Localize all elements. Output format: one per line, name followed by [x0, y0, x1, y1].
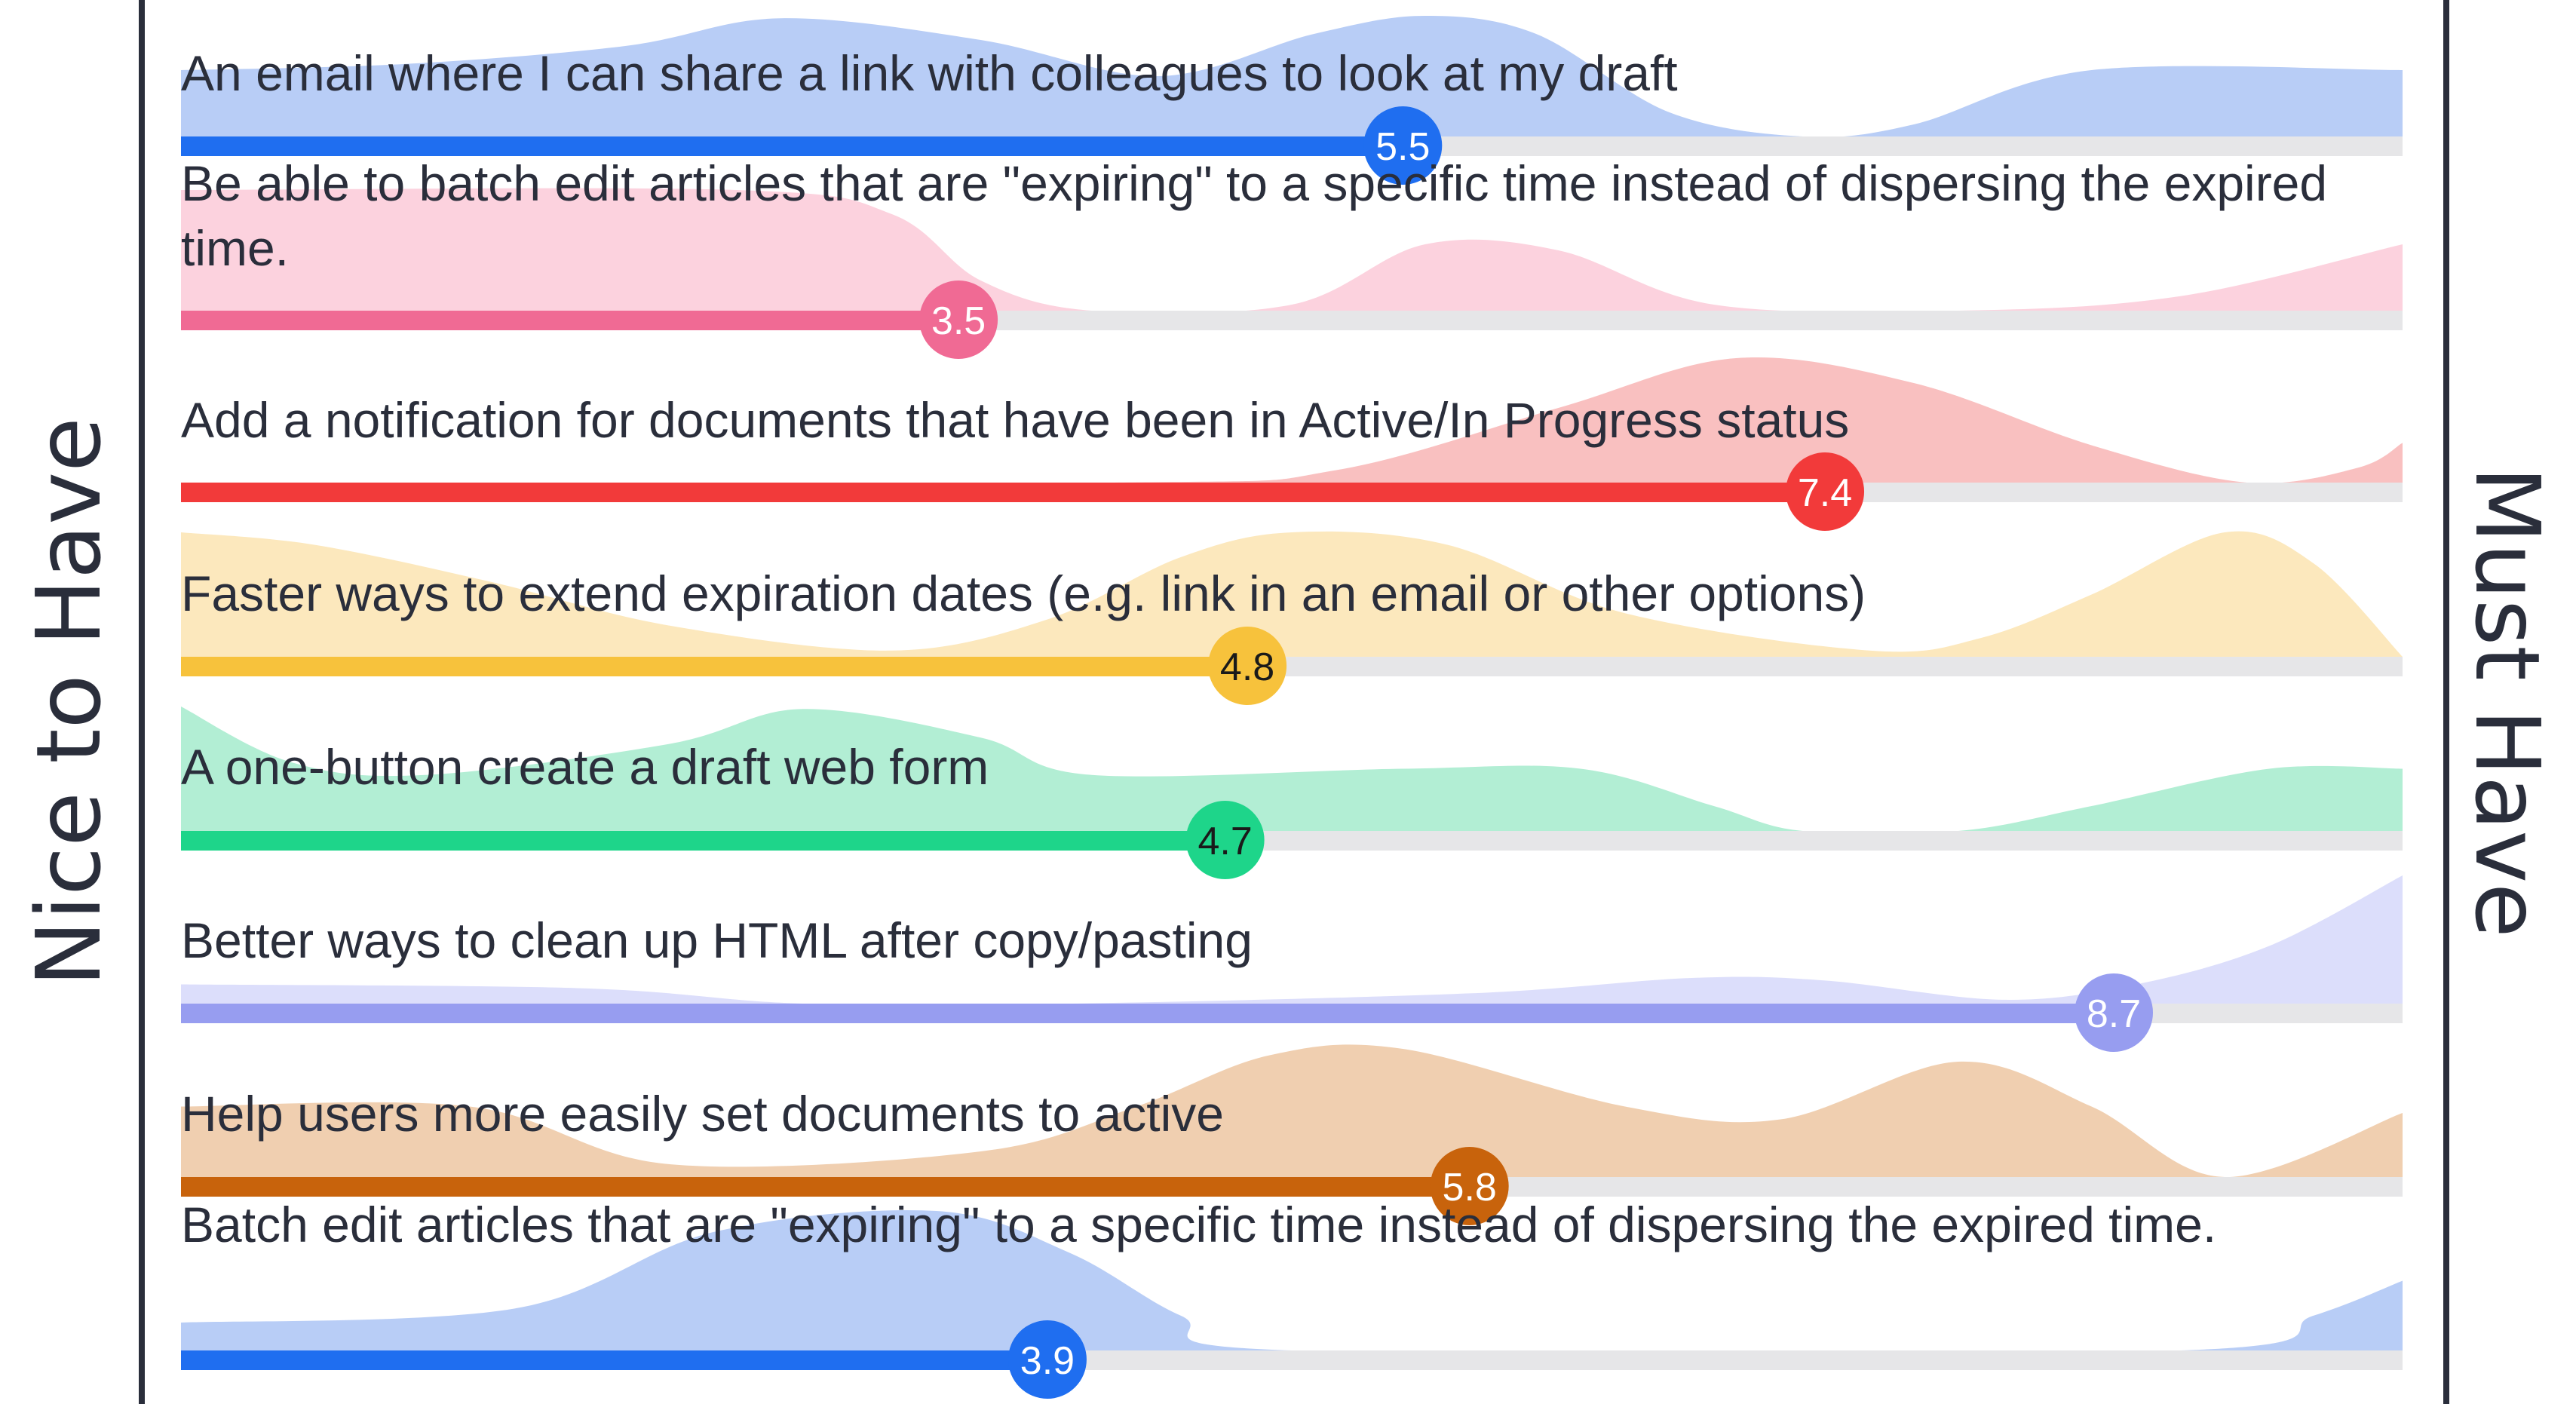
- value-bar: [181, 657, 1248, 676]
- priority-chart: An email where I can share a link with c…: [181, 16, 2403, 1399]
- chart-row: Faster ways to extend expiration dates (…: [181, 531, 2403, 705]
- value-bar: [181, 1350, 1047, 1370]
- chart-row: Add a notification for documents that ha…: [181, 357, 2403, 531]
- chart-row: Better ways to clean up HTML after copy/…: [181, 875, 2403, 1052]
- item-label: Faster ways to extend expiration dates (…: [181, 566, 1866, 621]
- value-bar: [181, 483, 1826, 502]
- chart-row: Be able to batch edit articles that are …: [181, 155, 2403, 359]
- value-bar: [181, 136, 1403, 156]
- value-label: 4.7: [1198, 820, 1252, 863]
- item-label: Better ways to clean up HTML after copy/…: [181, 912, 1253, 968]
- value-label: 7.4: [1798, 471, 1852, 515]
- item-label: Batch edit articles that are "expiring" …: [181, 1197, 2216, 1252]
- item-label: An email where I can share a link with c…: [181, 45, 1678, 101]
- chart-row: A one-button create a draft web form 4.7: [181, 707, 2403, 879]
- value-bar: [181, 1004, 2114, 1023]
- chart-row: Batch edit articles that are "expiring" …: [181, 1197, 2403, 1399]
- value-label: 3.9: [1020, 1339, 1075, 1383]
- item-label: Add a notification for documents that ha…: [181, 392, 1849, 448]
- value-label: 4.8: [1220, 645, 1274, 689]
- value-bar: [181, 311, 959, 330]
- value-bar: [181, 1177, 1470, 1197]
- item-label: Help users more easily set documents to …: [181, 1086, 1224, 1142]
- item-label: A one-button create a draft web form: [181, 739, 989, 795]
- value-label: 8.7: [2087, 992, 2141, 1036]
- value-bar: [181, 831, 1225, 851]
- value-label: 3.5: [931, 299, 986, 343]
